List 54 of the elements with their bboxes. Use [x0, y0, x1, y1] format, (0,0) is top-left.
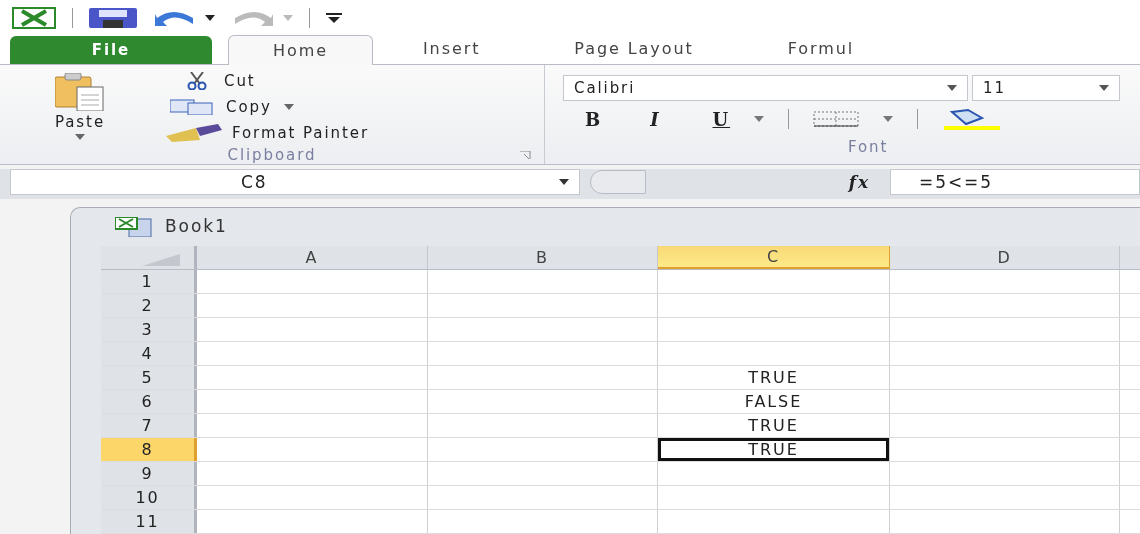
ribbon-tab[interactable]: Page Layout — [530, 34, 738, 65]
paintbrush-icon — [166, 124, 224, 143]
row-header[interactable]: 11 — [101, 510, 197, 533]
row-header[interactable]: 4 — [101, 342, 197, 365]
caret-icon[interactable] — [559, 179, 569, 186]
italic-button[interactable]: I — [650, 105, 661, 133]
file-tab[interactable]: File — [10, 36, 212, 65]
insert-function-button[interactable]: fx — [848, 169, 870, 196]
workbook-icon — [115, 217, 155, 237]
row-header[interactable]: 7 — [101, 414, 197, 437]
copy-icon — [170, 99, 214, 116]
scissors-icon — [186, 72, 208, 91]
ribbon-tab[interactable]: Insert — [378, 34, 525, 65]
row-header[interactable]: 5 — [101, 366, 197, 389]
spreadsheet-logo-icon[interactable] — [12, 6, 56, 29]
row-header[interactable]: 2 — [101, 294, 197, 317]
row-header[interactable]: 1 — [101, 270, 197, 293]
dialog-launcher-icon[interactable] — [520, 150, 532, 160]
customize-toolbar-icon[interactable] — [326, 12, 342, 23]
row-header[interactable]: 8 — [101, 438, 197, 461]
clipboard-icon — [55, 73, 105, 112]
row-header[interactable]: 10 — [101, 486, 197, 509]
row-header[interactable]: 6 — [101, 390, 197, 413]
cut-button[interactable]: Cut — [160, 69, 370, 94]
row-header[interactable]: 3 — [101, 318, 197, 341]
table-cell[interactable]: TRUE — [658, 438, 890, 461]
group-label: Clipboard — [227, 145, 317, 167]
caret-icon[interactable] — [1099, 85, 1109, 92]
column-header[interactable]: A — [197, 246, 428, 269]
paste-button[interactable]: Paste — [0, 69, 160, 146]
column-header[interactable]: D — [890, 246, 1120, 269]
borders-icon[interactable] — [813, 111, 860, 128]
ribbon-tab[interactable]: Home — [228, 35, 373, 66]
group-label: Font — [848, 137, 889, 159]
column-header[interactable]: C — [658, 246, 890, 269]
ribbon-tab[interactable]: Formul — [743, 34, 899, 65]
bold-button[interactable]: B — [585, 105, 603, 133]
table-cell[interactable]: TRUE — [658, 414, 890, 437]
table-cell[interactable]: TRUE — [658, 366, 890, 389]
table-cell[interactable]: FALSE — [658, 390, 890, 413]
fill-color-icon[interactable] — [942, 108, 1001, 131]
copy-button[interactable]: Copy — [160, 95, 370, 120]
triangle-icon — [142, 254, 180, 266]
font-name-field[interactable]: Calibri — [563, 75, 968, 102]
caret-icon[interactable] — [205, 14, 215, 21]
font-size-field[interactable]: 11 — [972, 75, 1120, 102]
row-header[interactable]: 9 — [101, 462, 197, 485]
caret-icon[interactable] — [947, 85, 957, 92]
formula-field[interactable]: =5<=5 — [890, 169, 1140, 196]
underline-button[interactable]: U — [712, 105, 731, 133]
format-painter-button[interactable]: Format Painter — [160, 121, 370, 146]
name-box[interactable]: C8 — [10, 169, 580, 196]
save-icon[interactable] — [89, 7, 137, 28]
workbook-title: Book1 — [165, 215, 228, 239]
